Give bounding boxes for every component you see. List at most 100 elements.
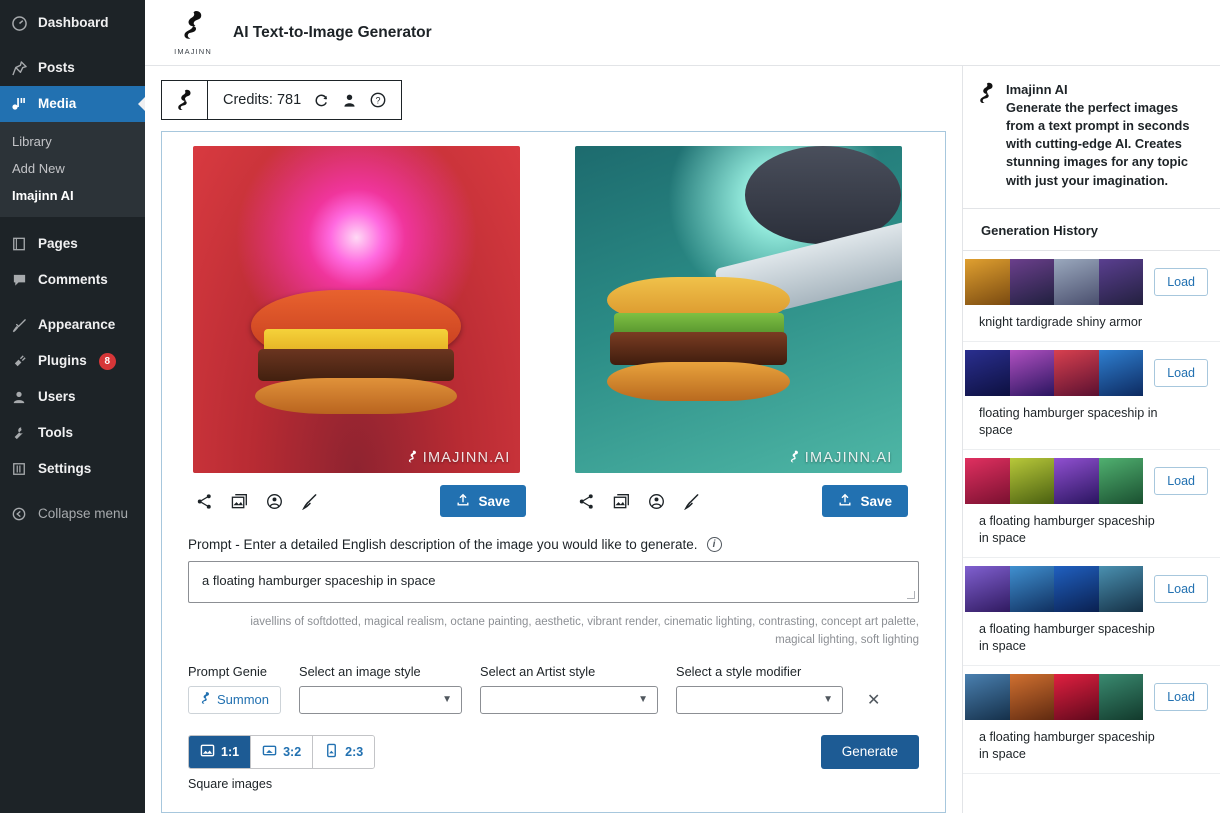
artist-style-label: Select an Artist style xyxy=(480,663,596,679)
submenu-item-imajinn-ai[interactable]: Imajinn AI xyxy=(0,182,145,209)
brush-icon[interactable] xyxy=(301,493,318,510)
history-caption: a floating hamburger spaceship in space xyxy=(979,513,1155,545)
load-button[interactable]: Load xyxy=(1154,358,1208,387)
sidebar-item-collapse-menu[interactable]: Collapse menu xyxy=(0,496,145,532)
image-style-select[interactable]: ▼ xyxy=(299,685,463,714)
load-button[interactable]: Load xyxy=(1154,466,1208,495)
genie-icon xyxy=(200,691,211,708)
dashboard-icon xyxy=(9,13,29,33)
save-button[interactable]: Save xyxy=(822,485,908,517)
submenu-item-add-new[interactable]: Add New xyxy=(0,155,145,182)
about-description: Generate the perfect images from a text … xyxy=(1006,100,1190,188)
watermark-genie-icon xyxy=(407,450,418,466)
generated-image[interactable]: IMAJINN.AI xyxy=(192,146,520,473)
history-thumbnail xyxy=(965,258,1010,305)
sidebar-item-users[interactable]: Users xyxy=(0,379,145,415)
generate-button[interactable]: Generate xyxy=(820,734,919,769)
clear-styles-icon[interactable]: ✕ xyxy=(867,690,880,710)
generated-image[interactable]: IMAJINN.AI xyxy=(574,146,902,473)
imajinn-logo: IMAJINN xyxy=(167,10,219,56)
summon-button[interactable]: Summon xyxy=(188,685,282,714)
brush-icon xyxy=(9,315,29,335)
sidebar-item-label: Dashboard xyxy=(38,15,109,31)
face-icon[interactable] xyxy=(648,493,665,510)
history-thumbnails[interactable] xyxy=(965,457,1144,504)
sidebar-item-tools[interactable]: Tools xyxy=(0,415,145,451)
style-modifier-label: Select a style modifier xyxy=(676,663,802,679)
style-modifier-select[interactable]: ▼ xyxy=(676,685,844,714)
history-thumbnails[interactable] xyxy=(965,673,1144,720)
about-section: Imajinn AI Generate the perfect images f… xyxy=(963,66,1220,209)
history-thumbnails[interactable] xyxy=(965,565,1144,612)
brush-icon[interactable] xyxy=(683,493,700,510)
help-icon[interactable]: ? xyxy=(370,92,386,108)
imajinn-genie-icon xyxy=(180,10,206,45)
prompt-genie-group: Prompt Genie Summon xyxy=(188,664,282,714)
sidebar-item-pages[interactable]: Pages xyxy=(0,226,145,262)
bottom-bar: 1:1 3:2 2:3 Square images Generate xyxy=(188,734,919,791)
account-icon[interactable] xyxy=(342,93,357,108)
prompt-label: Prompt - Enter a detailed English descri… xyxy=(188,537,698,552)
aspect-ratio-2-3[interactable]: 2:3 xyxy=(313,735,375,768)
sidebar-item-label: Posts xyxy=(38,60,75,76)
sidebar-item-label: Settings xyxy=(38,461,92,477)
result-card: IMAJINN.AI Save xyxy=(558,146,918,531)
users-icon xyxy=(9,387,29,407)
media-submenu: Library Add New Imajinn AI xyxy=(0,122,145,217)
share-icon[interactable] xyxy=(196,493,213,510)
page-title: AI Text-to-Image Generator xyxy=(233,23,432,41)
sidebar-item-posts[interactable]: Posts xyxy=(0,50,145,86)
sidebar-item-dashboard[interactable]: Dashboard xyxy=(0,5,145,41)
media-icon xyxy=(9,94,29,114)
summon-button-label: Summon xyxy=(217,692,270,708)
plugins-update-badge: 8 xyxy=(98,352,116,370)
aspect-ratio-3-2[interactable]: 3:2 xyxy=(251,735,314,768)
wide-icon xyxy=(262,743,277,761)
history-thumbnails[interactable] xyxy=(965,258,1144,305)
submenu-item-library[interactable]: Library xyxy=(0,128,145,155)
history-row: Load xyxy=(965,349,1208,396)
artist-style-group: Select an Artist style ▼ xyxy=(480,663,659,714)
history-thumbnail xyxy=(1009,457,1055,504)
save-button-label: Save xyxy=(860,493,892,509)
info-icon[interactable]: i xyxy=(706,537,722,552)
chevron-down-icon: ▼ xyxy=(442,694,453,706)
sidebar-item-label: Media xyxy=(38,96,77,112)
variations-icon[interactable] xyxy=(231,493,248,510)
right-panel: Imajinn AI Generate the perfect images f… xyxy=(962,66,1220,813)
history-thumbnail xyxy=(1098,349,1144,396)
sidebar-item-media[interactable]: Media xyxy=(0,86,145,122)
main-content: IMAJINN AI Text-to-Image Generator Credi… xyxy=(145,0,1220,813)
artist-style-select[interactable]: ▼ xyxy=(480,685,659,714)
prompt-input[interactable]: a floating hamburger spaceship in space xyxy=(188,561,919,603)
aspect-ratio-1-1[interactable]: 1:1 xyxy=(189,735,252,768)
load-button[interactable]: Load xyxy=(1154,267,1208,296)
sidebar-item-plugins[interactable]: Plugins 8 xyxy=(0,343,145,379)
tools-icon xyxy=(9,423,29,443)
history-thumbnail xyxy=(965,457,1010,504)
chevron-down-icon: ▼ xyxy=(638,694,649,706)
sidebar-item-appearance[interactable]: Appearance xyxy=(0,307,145,343)
history-item: Load knight tardigrade shiny armor xyxy=(963,251,1220,342)
image-style-label: Select an image style xyxy=(299,663,421,679)
variations-icon[interactable] xyxy=(613,493,630,510)
image-watermark: IMAJINN.AI xyxy=(407,450,511,466)
refresh-icon[interactable] xyxy=(314,93,329,108)
sidebar-item-label: Plugins xyxy=(38,353,87,369)
save-button[interactable]: Save xyxy=(440,485,526,517)
chevron-down-icon: ▼ xyxy=(823,694,834,706)
sidebar-item-settings[interactable]: Settings xyxy=(0,451,145,487)
history-row: Load xyxy=(965,457,1208,504)
sidebar-item-comments[interactable]: Comments xyxy=(0,262,145,298)
history-thumbnail xyxy=(965,565,1010,612)
history-thumbnail xyxy=(1098,673,1144,720)
sidebar-divider xyxy=(0,217,145,226)
history-thumbnails[interactable] xyxy=(965,349,1144,396)
load-button[interactable]: Load xyxy=(1154,574,1208,603)
share-icon[interactable] xyxy=(578,493,595,510)
watermark-text: IMAJINN.AI xyxy=(804,450,893,466)
prompt-modifiers-text: iavellins of softdotted, magical realism… xyxy=(250,616,919,646)
face-icon[interactable] xyxy=(266,493,283,510)
sidebar-item-label: Pages xyxy=(38,236,78,252)
load-button[interactable]: Load xyxy=(1154,682,1208,711)
